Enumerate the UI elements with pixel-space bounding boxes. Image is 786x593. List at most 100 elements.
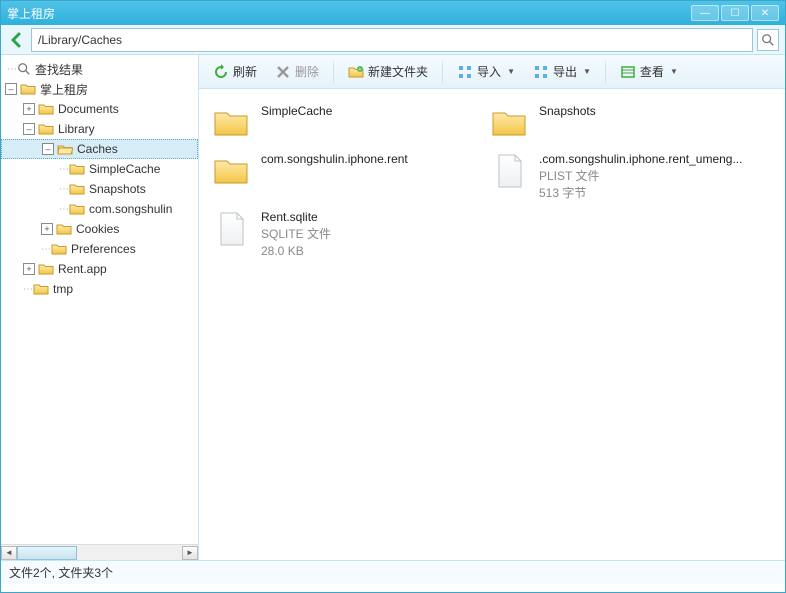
tree-label: Snapshots — [89, 182, 146, 196]
folder-icon — [211, 103, 251, 143]
tree-label: com.songshulin — [89, 202, 172, 216]
refresh-label: 刷新 — [233, 63, 257, 80]
tree-label: 查找结果 — [35, 61, 83, 78]
close-button[interactable]: ✕ — [751, 5, 779, 21]
search-button[interactable] — [757, 29, 779, 51]
folder-icon — [69, 162, 85, 176]
folder-icon — [33, 282, 49, 296]
item-name: .com.songshulin.iphone.rent_umeng... — [539, 151, 742, 168]
folder-open-icon — [57, 142, 73, 156]
folder-icon — [38, 122, 54, 136]
refresh-icon — [213, 64, 229, 80]
tree-label: Caches — [77, 142, 118, 156]
item-name: Snapshots — [539, 103, 596, 120]
minimize-button[interactable]: — — [691, 5, 719, 21]
item-filesize: 513 字节 — [539, 185, 742, 202]
view-label: 查看 — [640, 63, 664, 80]
collapse-toggle[interactable]: – — [23, 123, 35, 135]
newfolder-label: 新建文件夹 — [368, 63, 428, 80]
file-icon — [489, 151, 529, 191]
tree-caches[interactable]: – Caches — [1, 139, 198, 159]
maximize-button[interactable]: ☐ — [721, 5, 749, 21]
folder-item[interactable]: SimpleCache — [207, 99, 485, 147]
file-item[interactable]: .com.songshulin.iphone.rent_umeng... PLI… — [485, 147, 763, 205]
import-label: 导入 — [477, 63, 501, 80]
delete-button[interactable]: 删除 — [269, 60, 325, 83]
newfolder-button[interactable]: + 新建文件夹 — [342, 60, 434, 83]
tree-documents[interactable]: + Documents — [1, 99, 198, 119]
view-button[interactable]: 查看 ▼ — [614, 60, 684, 83]
scroll-left-button[interactable]: ◄ — [1, 546, 17, 560]
export-button[interactable]: 导出 ▼ — [527, 60, 597, 83]
export-label: 导出 — [553, 63, 577, 80]
tree-label: Library — [58, 122, 95, 136]
folder-icon — [20, 82, 36, 96]
window-title: 掌上租房 — [7, 5, 689, 22]
item-filesize: 28.0 KB — [261, 243, 331, 260]
tree-comsong[interactable]: ⋯ com.songshulin — [1, 199, 198, 219]
refresh-button[interactable]: 刷新 — [207, 60, 263, 83]
item-name: Rent.sqlite — [261, 209, 331, 226]
magnifier-icon — [17, 62, 31, 76]
item-filetype: PLIST 文件 — [539, 168, 742, 185]
expand-toggle[interactable]: + — [23, 263, 35, 275]
file-icon — [211, 209, 251, 249]
folder-icon — [38, 262, 54, 276]
svg-text:+: + — [359, 67, 362, 73]
address-bar — [1, 25, 785, 55]
folder-item[interactable]: Snapshots — [485, 99, 763, 147]
folder-icon — [489, 103, 529, 143]
sidebar-scrollbar[interactable]: ◄ ► — [1, 544, 198, 560]
collapse-toggle[interactable]: – — [42, 143, 54, 155]
tree-simplecache[interactable]: ⋯ SimpleCache — [1, 159, 198, 179]
tree-preferences[interactable]: ⋯ Preferences — [1, 239, 198, 259]
folder-icon — [69, 182, 85, 196]
file-item[interactable]: Rent.sqlite SQLITE 文件 28.0 KB — [207, 205, 485, 263]
tree-label: Cookies — [76, 222, 119, 236]
folder-icon — [56, 222, 72, 236]
folder-item[interactable]: com.songshulin.iphone.rent — [207, 147, 485, 205]
toolbar: 刷新 删除 + 新建文件夹 导入 ▼ 导出 ▼ — [199, 55, 785, 89]
file-list: SimpleCache Snapshots com.songshulin.iph… — [199, 89, 785, 560]
export-icon — [533, 64, 549, 80]
scroll-thumb[interactable] — [17, 546, 77, 560]
tree-label: 掌上租房 — [40, 81, 88, 98]
expand-toggle[interactable]: + — [23, 103, 35, 115]
tree-tmp[interactable]: ⋯ tmp — [1, 279, 198, 299]
tree-label: SimpleCache — [89, 162, 160, 176]
dropdown-icon: ▼ — [583, 67, 591, 76]
newfolder-icon: + — [348, 64, 364, 80]
folder-icon — [211, 151, 251, 191]
sidebar-tree: ⋯ 查找结果 – 掌上租房 + Documents – Library — [1, 55, 199, 560]
dropdown-icon: ▼ — [507, 67, 515, 76]
collapse-toggle[interactable]: – — [5, 83, 17, 95]
import-icon — [457, 64, 473, 80]
import-button[interactable]: 导入 ▼ — [451, 60, 521, 83]
tree-root[interactable]: – 掌上租房 — [1, 79, 198, 99]
tree-cookies[interactable]: + Cookies — [1, 219, 198, 239]
tree-label: Rent.app — [58, 262, 107, 276]
dropdown-icon: ▼ — [670, 67, 678, 76]
tree-label: Documents — [58, 102, 119, 116]
status-bar: 文件2个, 文件夹3个 — [1, 560, 785, 584]
tree-snapshots[interactable]: ⋯ Snapshots — [1, 179, 198, 199]
item-filetype: SQLITE 文件 — [261, 226, 331, 243]
tree-search-results[interactable]: ⋯ 查找结果 — [1, 59, 198, 79]
folder-icon — [38, 102, 54, 116]
view-icon — [620, 64, 636, 80]
scroll-right-button[interactable]: ► — [182, 546, 198, 560]
tree-library[interactable]: – Library — [1, 119, 198, 139]
tree-label: Preferences — [71, 242, 136, 256]
item-name: SimpleCache — [261, 103, 332, 120]
tree-label: tmp — [53, 282, 73, 296]
folder-icon — [51, 242, 67, 256]
status-text: 文件2个, 文件夹3个 — [9, 564, 113, 581]
expand-toggle[interactable]: + — [41, 223, 53, 235]
back-button[interactable] — [7, 30, 27, 50]
delete-label: 删除 — [295, 63, 319, 80]
folder-icon — [69, 202, 85, 216]
tree-rentapp[interactable]: + Rent.app — [1, 259, 198, 279]
address-input[interactable] — [31, 28, 753, 52]
title-bar: 掌上租房 — ☐ ✕ — [1, 1, 785, 25]
delete-icon — [275, 64, 291, 80]
